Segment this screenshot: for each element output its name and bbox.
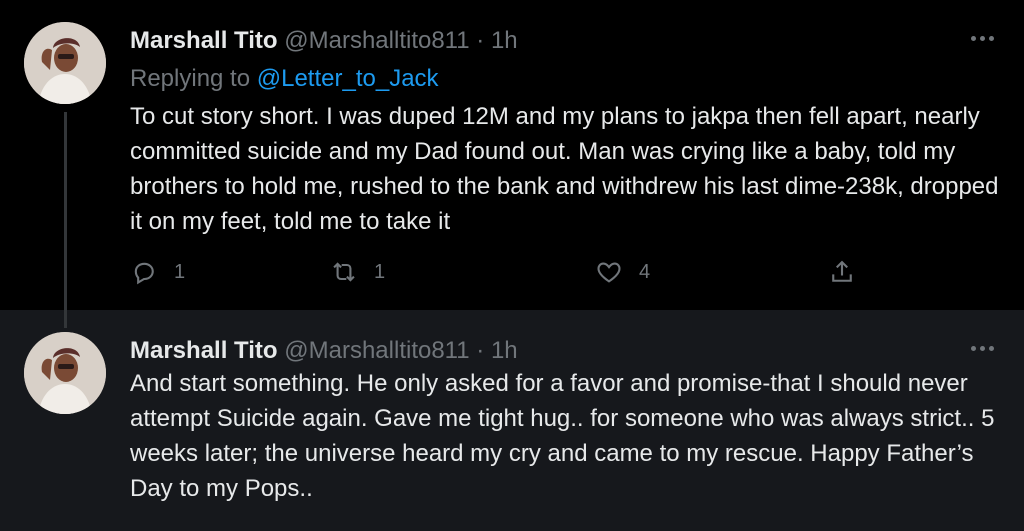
tweet-header: Marshall Tito @Marshalltito811 · 1h [130,336,518,366]
thread-line [64,310,67,328]
more-icon[interactable] [971,346,994,351]
replying-to: Replying to @Letter_to_Jack [130,64,439,94]
share-icon [832,260,852,282]
reply-button[interactable]: 1 [130,258,185,286]
share-button[interactable] [828,258,856,286]
like-button[interactable]: 4 [595,258,650,286]
tweet-header: Marshall Tito @Marshalltito811 · 1h [130,26,518,56]
thread-line [64,112,67,310]
retweet-button[interactable]: 1 [330,258,385,286]
tweet-text: To cut story short. I was duped 12M and … [130,103,999,235]
author-name[interactable]: Marshall Tito [130,337,278,364]
more-icon[interactable] [971,36,994,41]
heart-icon [597,262,621,283]
retweet-count: 1 [374,260,386,283]
timestamp[interactable]: 1h [491,337,518,364]
tweet-2[interactable]: Marshall Tito @Marshalltito811 · 1h And … [0,310,1024,531]
timestamp[interactable]: 1h [491,27,518,54]
author-handle[interactable]: @Marshalltito811 [284,337,469,364]
avatar[interactable] [24,332,106,414]
author-handle[interactable]: @Marshalltito811 [284,27,469,54]
retweet-icon [333,262,355,282]
tweet-1[interactable]: Marshall Tito @Marshalltito811 · 1h Repl… [0,0,1024,310]
separator: · [476,337,485,364]
author-name[interactable]: Marshall Tito [130,27,278,54]
reply-count: 1 [174,260,186,283]
tweet-text: And start something. He only asked for a… [130,370,995,502]
like-count: 4 [639,260,651,283]
replying-to-link[interactable]: @Letter_to_Jack [257,65,439,92]
tweet-actions: 1 1 4 [130,258,860,294]
separator: · [476,27,485,54]
reply-icon [134,262,154,285]
avatar[interactable] [24,22,106,104]
replying-prefix: Replying to [130,65,251,92]
